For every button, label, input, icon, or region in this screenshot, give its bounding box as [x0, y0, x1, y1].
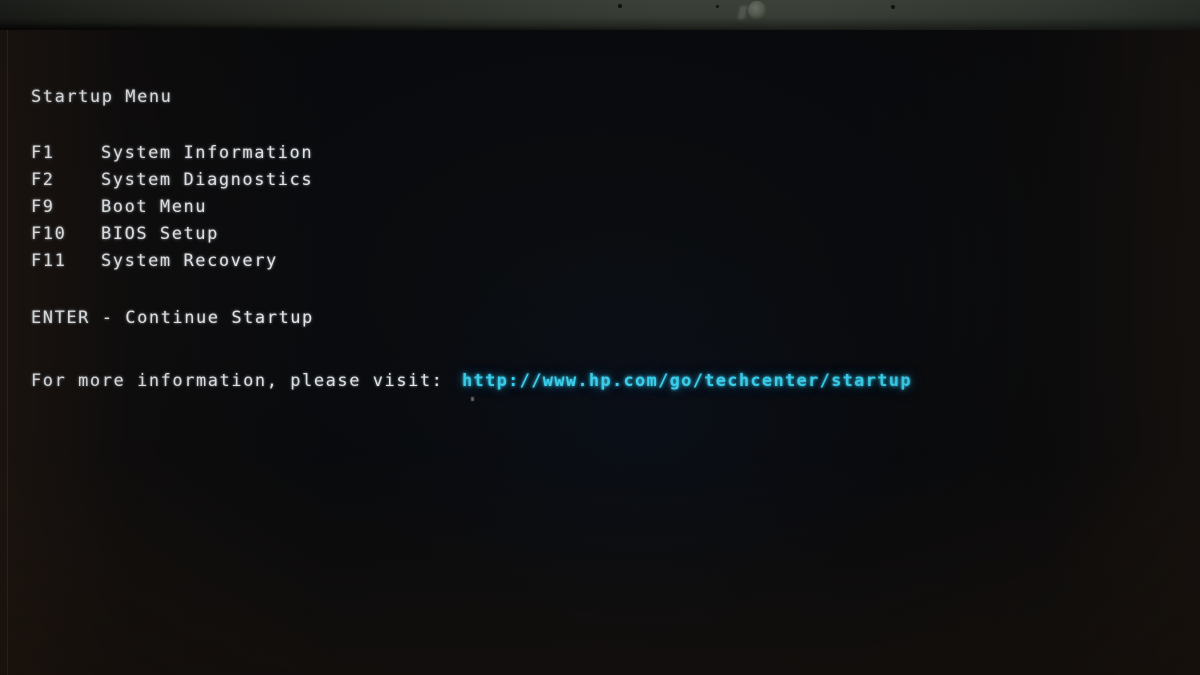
ambient-light-sensor-icon: [716, 5, 719, 8]
laptop-photo: Startup Menu F1 System Information F2 Sy…: [0, 0, 1200, 675]
menu-item-key: F2: [31, 170, 55, 190]
bios-screen: Startup Menu F1 System Information F2 Sy…: [0, 30, 1200, 675]
webcam-icon: [748, 1, 766, 19]
menu-item-key: F9: [31, 197, 55, 217]
page-title: Startup Menu: [31, 87, 173, 107]
menu-item-label: System Recovery: [101, 251, 278, 271]
continue-startup-line[interactable]: ENTER - Continue Startup: [31, 308, 314, 328]
more-information-prompt: For more information, please visit:: [31, 371, 444, 391]
screen-glare-center: [380, 210, 900, 630]
microphone-hole-icon: [891, 5, 895, 9]
more-information-line: For more information, please visit: http…: [31, 371, 911, 391]
hp-techcenter-url[interactable]: http://www.hp.com/go/techcenter/startup: [462, 371, 912, 391]
screen-left-edge: [7, 30, 8, 675]
menu-item-label: System Diagnostics: [101, 170, 314, 190]
screen-dust-speck: [471, 397, 474, 401]
menu-item-key: F1: [31, 143, 55, 163]
menu-item-label: Boot Menu: [101, 197, 208, 217]
microphone-hole-icon: [618, 4, 622, 8]
menu-item-label: System Information: [101, 143, 314, 163]
menu-item-key: F10: [31, 224, 67, 244]
menu-item-label: BIOS Setup: [101, 224, 219, 244]
menu-item-key: F11: [31, 251, 67, 271]
